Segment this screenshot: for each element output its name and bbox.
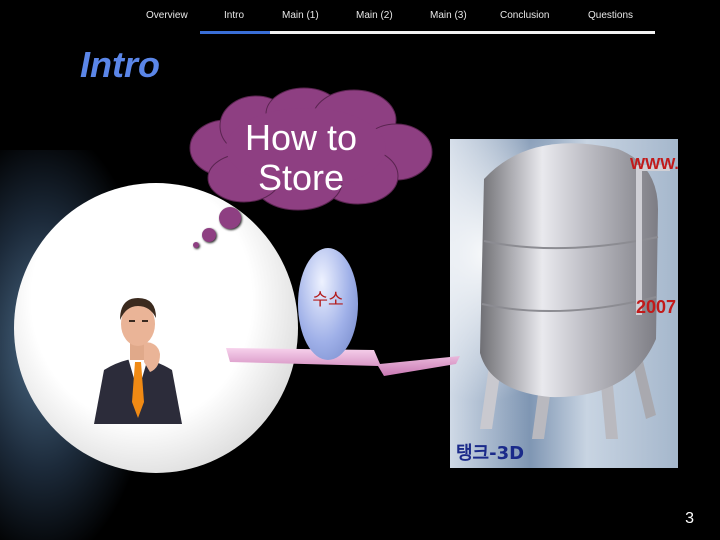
thinking-man-illustration (94, 298, 182, 424)
nav-item-conclusion[interactable]: Conclusion (500, 10, 549, 21)
nav-item-intro[interactable]: Intro (224, 10, 244, 21)
nav-item-overview[interactable]: Overview (146, 10, 188, 21)
hydrogen-label: 수소 (312, 290, 344, 310)
storage-tank-illustration: WWW. 2007 탱크-3D (450, 139, 678, 468)
page-number: 3 (685, 510, 694, 527)
tank-caption: 탱크-3D (456, 443, 524, 464)
nav-item-main-3[interactable]: Main (3) (430, 10, 467, 21)
slide-navigation-bar: Overview Intro Main (1) Main (2) Main (3… (0, 0, 720, 34)
nav-active-underline (200, 31, 270, 34)
thought-cloud-line-2: Store (257, 157, 345, 198)
storage-tank-photo: WWW. 2007 탱크-3D (450, 139, 678, 468)
tank-watermark-year: 2007 (636, 297, 676, 317)
tank-watermark-top: WWW. (630, 156, 678, 173)
thought-bubble-medium (202, 228, 216, 242)
thought-cloud-line-1: How to (244, 117, 358, 158)
thought-cloud-text: How to Store (236, 118, 366, 198)
nav-item-main-2[interactable]: Main (2) (356, 10, 393, 21)
thought-bubble-small (193, 242, 199, 248)
nav-underline (270, 31, 655, 34)
slide-title: Intro (80, 44, 160, 85)
nav-item-questions[interactable]: Questions (588, 10, 633, 21)
nav-item-main-1[interactable]: Main (1) (282, 10, 319, 21)
